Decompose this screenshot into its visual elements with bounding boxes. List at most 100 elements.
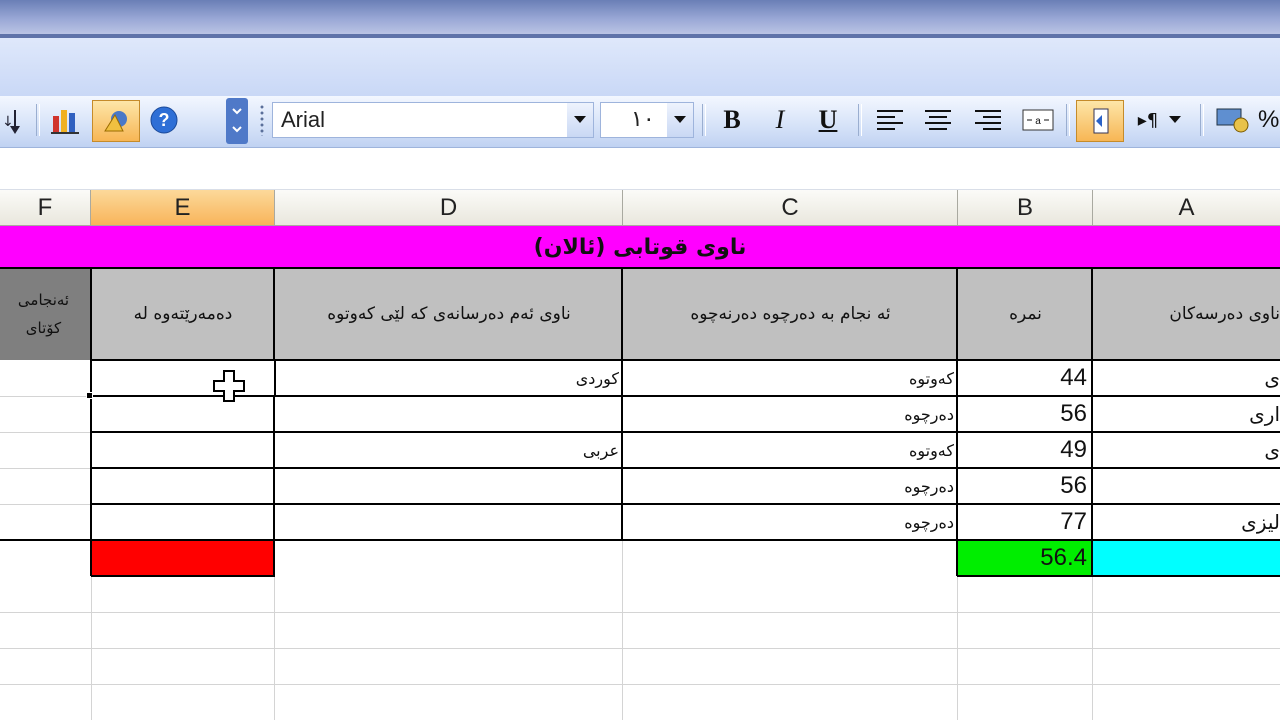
underline-button[interactable]: U — [808, 100, 848, 140]
currency-style-button[interactable] — [1210, 100, 1254, 140]
table-border — [91, 431, 1280, 433]
sort-descending-icon: ↓ — [2, 110, 20, 134]
cell-c-result[interactable]: کەوتوە — [623, 360, 958, 396]
currency-icon — [1216, 108, 1249, 133]
window-title-bar — [0, 0, 1280, 38]
italic-button[interactable]: I — [760, 100, 800, 140]
font-size-combobox[interactable]: ١٠ — [600, 102, 694, 138]
sort-descending-button[interactable]: ↓ — [0, 100, 30, 140]
gridline — [622, 540, 623, 720]
font-size-dropdown[interactable] — [667, 103, 693, 137]
cell-d-failed-subject[interactable] — [275, 504, 623, 540]
svg-text:a: a — [1035, 116, 1041, 127]
cursor-plus-icon — [213, 370, 245, 402]
toolbar-separator — [1066, 104, 1070, 136]
table-border — [90, 268, 92, 576]
header-resit[interactable]: دەمەرێتەوە لە — [91, 268, 275, 360]
table-border — [956, 268, 958, 576]
toolbar-grip — [260, 104, 264, 136]
toolbar-options-chevron[interactable] — [226, 98, 248, 144]
formatting-toolbar: ↓ ? Arial ١٠ B I U a ▸¶ % — [0, 96, 1280, 148]
cell-a-subject[interactable]: ی — [1093, 360, 1280, 396]
cell-d-failed-subject[interactable]: عربی — [275, 432, 623, 468]
toolbar-separator — [858, 104, 862, 136]
align-center-icon — [925, 110, 951, 130]
paragraph-direction-icon: ▸¶ — [1137, 109, 1159, 131]
chevron-down-icon — [1169, 116, 1182, 123]
gridline — [0, 612, 1280, 613]
cell-c-result[interactable]: دەرچوە — [623, 468, 958, 504]
cell-b-grade[interactable]: 44 — [958, 360, 1093, 396]
cell-a-subject[interactable] — [1093, 468, 1280, 504]
align-center-button[interactable] — [916, 100, 960, 140]
column-header-e[interactable]: E — [91, 190, 275, 226]
table-border — [273, 268, 275, 576]
header-subject-names[interactable]: ناوی دەرسەکان — [1093, 268, 1280, 360]
fill-handle[interactable] — [86, 392, 93, 399]
header-grade[interactable]: نمرە — [958, 268, 1093, 360]
toolbar-separator — [702, 104, 706, 136]
gridline — [0, 396, 91, 397]
active-cell-selection[interactable] — [90, 359, 276, 397]
left-to-right-button[interactable]: ▸¶ — [1130, 100, 1190, 140]
font-name-combobox[interactable]: Arial — [272, 102, 594, 138]
cell-d-failed-subject[interactable] — [275, 396, 623, 432]
drawing-button[interactable] — [92, 100, 140, 142]
chart-wizard-button[interactable] — [46, 100, 86, 140]
align-left-button[interactable] — [868, 100, 912, 140]
font-name-value: Arial — [281, 107, 326, 132]
cell-e-resit[interactable] — [91, 468, 275, 504]
bold-button[interactable]: B — [712, 100, 752, 140]
percent-style-button[interactable]: % — [1258, 100, 1280, 140]
cell-c-result[interactable]: کەوتوە — [623, 432, 958, 468]
gridline — [0, 432, 91, 433]
column-header-b[interactable]: B — [958, 190, 1093, 226]
table-border — [91, 503, 1280, 505]
cell-a-subject[interactable]: اری — [1093, 396, 1280, 432]
column-header-c[interactable]: C — [623, 190, 958, 226]
help-button[interactable]: ? — [144, 100, 184, 140]
cell-b-grade[interactable]: 56 — [958, 396, 1093, 432]
cell-e-resit[interactable] — [91, 432, 275, 468]
worksheet-grid[interactable]: ناوی قوتابی (ئالان) ئەنجامی کۆتای دەمەرێ… — [0, 226, 1280, 720]
column-header-a[interactable]: A — [1093, 190, 1280, 226]
cell-a-subject[interactable]: لیزی — [1093, 504, 1280, 540]
gridline — [0, 468, 91, 469]
table-border — [621, 268, 623, 540]
gridline — [0, 648, 1280, 649]
chevron-down-icon — [574, 116, 586, 123]
align-left-icon — [877, 110, 903, 130]
toolbar-separator — [1200, 104, 1204, 136]
help-icon: ? — [150, 106, 178, 134]
chevron-down-icon — [674, 116, 686, 123]
table-border — [91, 575, 275, 577]
gridline — [0, 504, 91, 505]
student-name-title[interactable]: ناوی قوتابی (ئالان) — [0, 226, 1280, 268]
cell-c-result[interactable]: دەرچوە — [623, 396, 958, 432]
cell-b-grade[interactable]: 77 — [958, 504, 1093, 540]
header-pass-fail[interactable]: ئە نجام بە دەرچوە دەرنەچوە — [623, 268, 958, 360]
align-right-button[interactable] — [966, 100, 1010, 140]
column-header-f[interactable]: F — [0, 190, 91, 226]
table-border — [957, 575, 1280, 577]
cell-e-summary-fill[interactable] — [91, 540, 275, 576]
column-header-d[interactable]: D — [275, 190, 623, 226]
merge-center-button[interactable]: a — [1016, 100, 1060, 140]
right-to-left-button[interactable] — [1076, 100, 1124, 142]
table-border — [0, 539, 1280, 541]
formula-bar[interactable] — [0, 148, 1280, 190]
cell-d-failed-subject[interactable] — [275, 468, 623, 504]
cell-a-summary[interactable] — [1093, 540, 1280, 576]
cell-b-grade[interactable]: 56 — [958, 468, 1093, 504]
font-size-value: ١٠ — [631, 107, 655, 132]
cell-b-average[interactable]: 56.4 — [958, 540, 1093, 576]
cell-b-grade[interactable]: 49 — [958, 432, 1093, 468]
header-final-result[interactable]: ئەنجامی کۆتای — [0, 268, 91, 360]
header-failed-subjects[interactable]: ناوی ئەم دەرسانەی کە لێی کەوتوە — [275, 268, 623, 360]
chevron-down-icon — [232, 108, 242, 133]
font-name-dropdown[interactable] — [567, 103, 593, 137]
cell-a-subject[interactable]: ی — [1093, 432, 1280, 468]
cell-e-resit[interactable] — [91, 504, 275, 540]
cell-d-failed-subject[interactable]: کوردی — [275, 360, 623, 396]
cell-c-result[interactable]: دەرچوە — [623, 504, 958, 540]
